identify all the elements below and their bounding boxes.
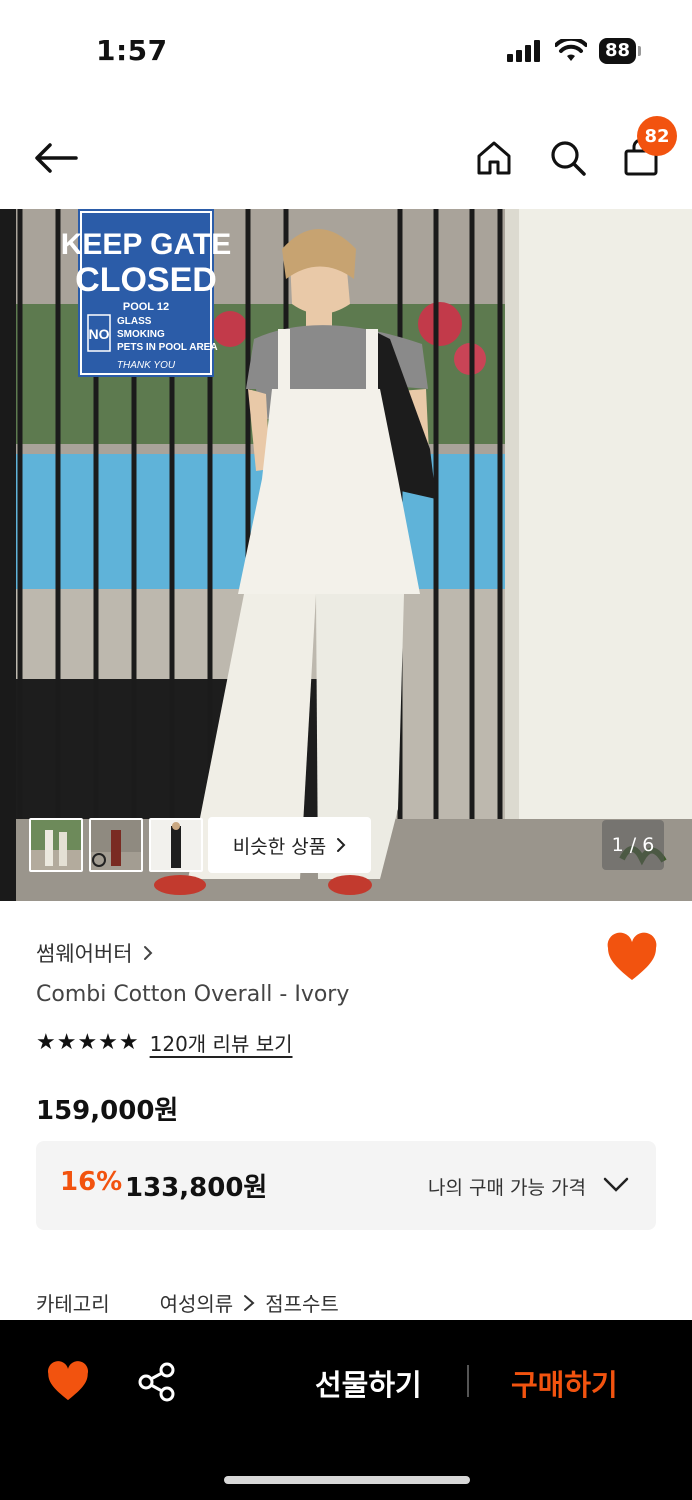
product-photo: KEEP GATE CLOSED POOL 12 NO GLASS SMOKIN… — [0, 209, 692, 901]
bottom-like-button[interactable] — [45, 1360, 91, 1404]
sign-text-5: GLASS — [117, 316, 152, 327]
thumbnail-image — [91, 820, 141, 870]
cart-count-badge: 82 — [637, 116, 677, 156]
sign-text-3: POOL 12 — [123, 301, 169, 313]
wifi-icon — [554, 39, 587, 61]
back-button[interactable] — [28, 130, 84, 186]
my-price-label: 나의 구매 가능 가격 — [428, 1177, 586, 1199]
review-link[interactable]: 120개 리뷰 보기 — [150, 1028, 293, 1057]
category-level2[interactable]: 점프수트 — [265, 1288, 339, 1317]
chevron-right-icon — [143, 946, 153, 960]
sign-text-8: THANK YOU — [117, 360, 176, 371]
category-path[interactable]: 여성의류 점프수트 — [160, 1288, 339, 1317]
chevron-right-icon — [337, 838, 346, 852]
thumbnail-2[interactable] — [89, 818, 143, 872]
sign-text-7: PETS IN POOL AREA — [117, 342, 218, 353]
share-icon — [138, 1362, 175, 1402]
signal-icon — [506, 40, 540, 62]
heart-icon — [47, 1361, 89, 1401]
status-bar: 1:57 88 — [0, 0, 692, 100]
like-button[interactable] — [604, 932, 660, 984]
chevron-down-icon — [603, 1177, 629, 1192]
share-button[interactable] — [135, 1360, 179, 1404]
home-icon — [477, 141, 511, 175]
original-price: 159,000원 — [36, 1096, 179, 1126]
bottom-action-bar: 선물하기 구매하기 — [0, 1320, 692, 1500]
sign-text-1: KEEP GATE — [61, 228, 232, 261]
product-name: Combi Cotton Overall - Ivory — [36, 982, 350, 1007]
status-indicators: 88 — [506, 38, 642, 64]
bar-divider — [467, 1365, 469, 1397]
sign-text-2: CLOSED — [75, 261, 217, 299]
category-label: 카테고리 — [36, 1292, 110, 1316]
rating-row: ★★★★★ 120개 리뷰 보기 — [36, 1028, 293, 1057]
discount-rate: 16% — [60, 1167, 123, 1197]
sign-text-6: SMOKING — [117, 329, 165, 340]
product-image[interactable]: KEEP GATE CLOSED POOL 12 NO GLASS SMOKIN… — [0, 209, 692, 901]
brand-link[interactable]: 썸웨어버터 — [36, 938, 153, 968]
home-button[interactable] — [466, 130, 522, 186]
similar-products-button[interactable]: 비슷한 상품 — [208, 817, 371, 873]
thumbnail-1[interactable] — [29, 818, 83, 872]
thumbnail-image — [151, 820, 201, 870]
category-level1[interactable]: 여성의류 — [160, 1288, 234, 1317]
battery-indicator: 88 — [598, 38, 642, 64]
home-indicator[interactable] — [224, 1476, 470, 1484]
search-button[interactable] — [540, 130, 596, 186]
brand-name: 썸웨어버터 — [36, 942, 133, 966]
top-navigation — [0, 110, 692, 206]
discount-price: 133,800원 — [125, 1173, 268, 1203]
arrow-left-icon — [35, 143, 78, 173]
image-counter: 1 / 6 — [602, 820, 664, 870]
chevron-right-icon — [244, 1294, 255, 1311]
sign-text-4: NO — [89, 326, 110, 342]
status-time: 1:57 — [96, 34, 168, 67]
thumbnail-3[interactable] — [149, 818, 203, 872]
discount-price-box[interactable]: 16% 133,800원 나의 구매 가능 가격 — [36, 1141, 656, 1230]
category-row: 카테고리 여성의류 점프수트 — [36, 1288, 339, 1317]
buy-button[interactable]: 구매하기 — [511, 1362, 618, 1404]
thumbnail-image — [31, 820, 81, 870]
rating-stars: ★★★★★ — [36, 1030, 140, 1055]
gift-button[interactable]: 선물하기 — [315, 1362, 422, 1404]
similar-products-label: 비슷한 상품 — [232, 835, 327, 858]
search-icon — [551, 141, 586, 176]
heart-icon — [607, 932, 657, 980]
